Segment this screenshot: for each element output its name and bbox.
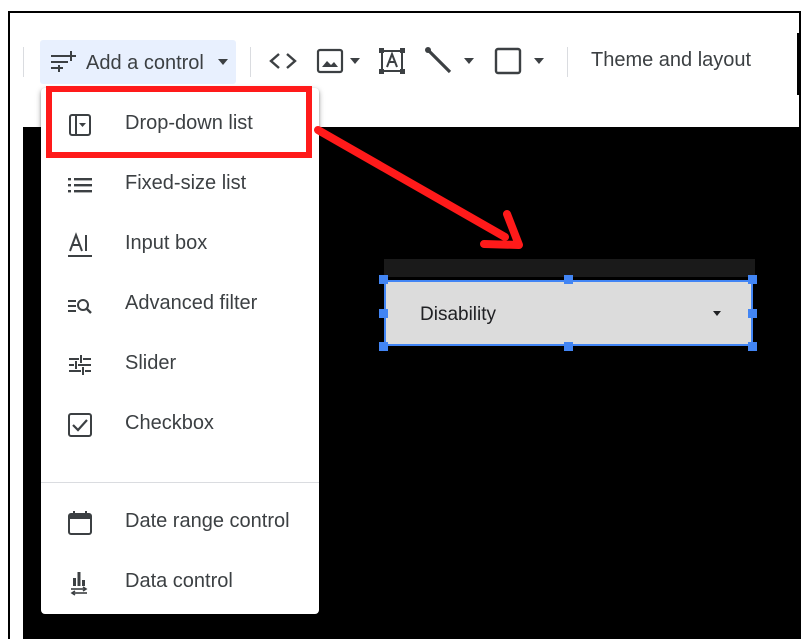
menu-item-data-control[interactable]: Data control [41, 554, 319, 612]
image-button[interactable] [316, 45, 360, 77]
dropdown-control-widget[interactable]: Disability [384, 280, 753, 346]
resize-handle[interactable] [379, 342, 388, 351]
line-icon [425, 47, 452, 74]
toolbar: Add a control Theme and layout [10, 13, 799, 95]
menu-item-fixed-size-list[interactable]: Fixed-size list [41, 156, 319, 214]
menu-item-label: Date range control [125, 510, 290, 532]
rectangle-icon [494, 47, 522, 75]
toolbar-divider [567, 47, 568, 77]
menu-item-label: Advanced filter [125, 292, 258, 314]
text-box-button[interactable] [378, 45, 406, 77]
menu-item-label: Slider [125, 352, 177, 374]
chevron-down-icon [464, 58, 474, 64]
menu-item-label: Checkbox [125, 412, 214, 434]
resize-handle[interactable] [564, 342, 573, 351]
dropdown-value: Disability [420, 304, 497, 325]
highlight-box [46, 86, 312, 158]
menu-item-input-box[interactable]: Input box [41, 216, 319, 274]
add-control-menu: Drop-down list Fixed-size list Input box [41, 88, 319, 614]
chevron-down-icon [534, 58, 544, 64]
slider-icon [69, 355, 91, 375]
menu-item-label: Fixed-size list [125, 172, 247, 194]
menu-divider [41, 482, 319, 483]
add-control-label: Add a control [86, 52, 204, 74]
menu-item-label: Data control [125, 570, 233, 592]
window-edge [797, 33, 799, 95]
menu-item-advanced-filter[interactable]: Advanced filter [41, 276, 319, 334]
resize-handle[interactable] [748, 275, 757, 284]
chevron-down-icon [350, 58, 360, 64]
chevron-down-icon [218, 59, 228, 65]
theme-and-layout-button[interactable]: Theme and layout [591, 49, 751, 72]
advanced-filter-icon [68, 299, 92, 314]
toolbar-divider [250, 47, 251, 77]
resize-handle[interactable] [379, 275, 388, 284]
resize-handle[interactable] [379, 309, 388, 318]
checkbox-icon [68, 413, 92, 437]
data-control-icon [70, 572, 88, 596]
resize-handle[interactable] [564, 275, 573, 284]
menu-item-slider[interactable]: Slider [41, 336, 319, 394]
shape-button[interactable] [494, 45, 544, 77]
input-box-icon [68, 232, 92, 257]
text-box-icon [379, 48, 405, 74]
add-control-icon [51, 51, 76, 72]
menu-item-checkbox[interactable]: Checkbox [41, 396, 319, 454]
list-icon [68, 178, 92, 193]
calendar-icon [68, 511, 92, 535]
chevron-down-icon [713, 311, 721, 316]
add-control-button[interactable]: Add a control [40, 40, 236, 84]
code-icon [269, 53, 297, 69]
embed-code-button[interactable] [268, 45, 298, 77]
toolbar-divider [23, 47, 24, 77]
line-button[interactable] [424, 45, 474, 77]
menu-item-label: Input box [125, 232, 208, 254]
resize-handle[interactable] [748, 342, 757, 351]
menu-item-date-range-control[interactable]: Date range control [41, 494, 319, 552]
resize-handle[interactable] [748, 309, 757, 318]
image-icon [316, 48, 344, 74]
